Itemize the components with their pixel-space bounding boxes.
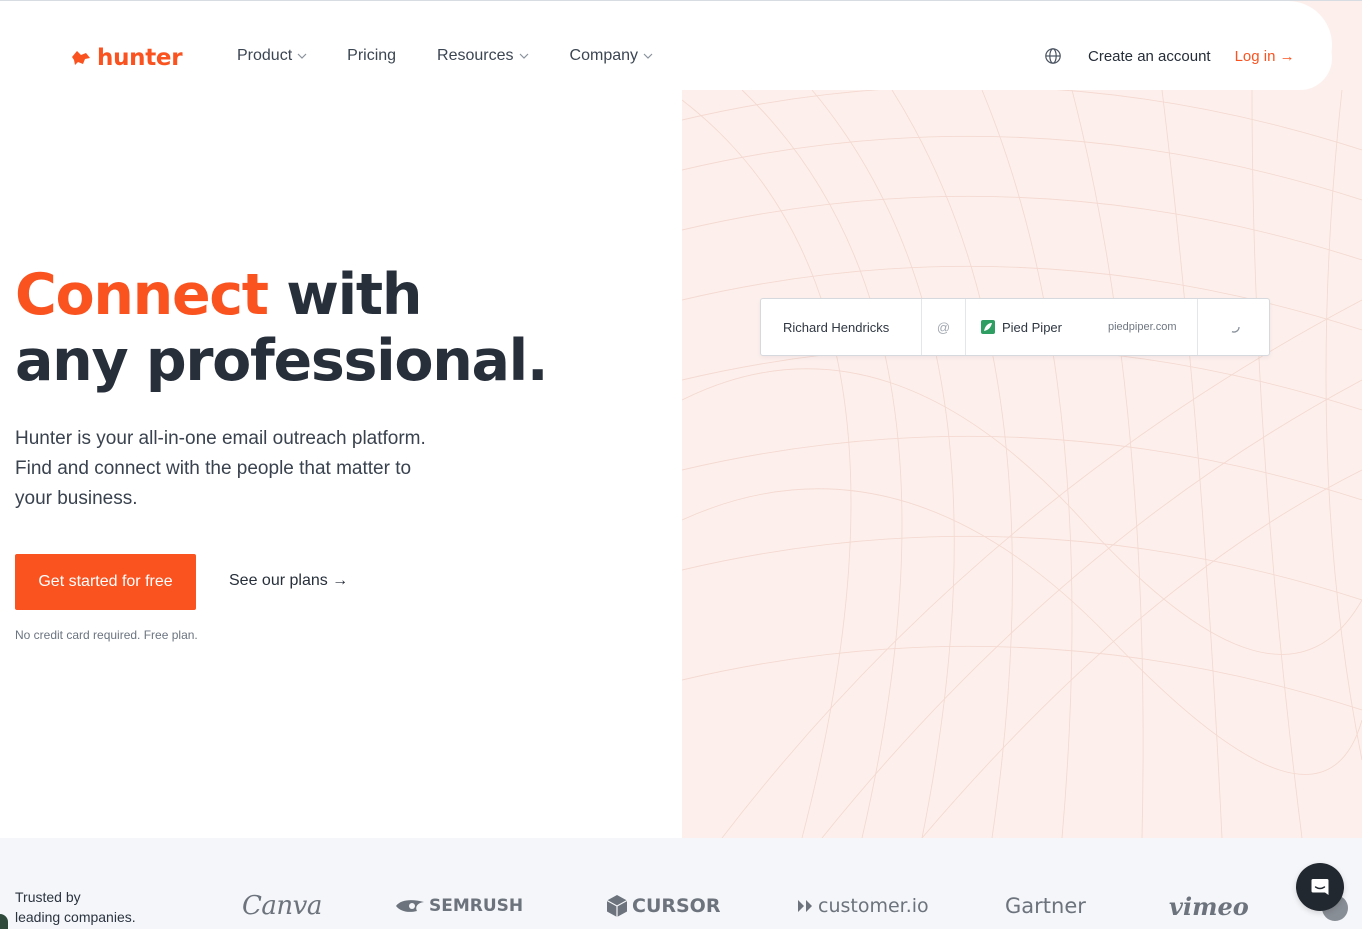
get-started-label: Get started for free — [38, 573, 173, 590]
nav-company[interactable]: Company — [570, 47, 653, 65]
get-started-button[interactable]: Get started for free — [15, 554, 196, 610]
login-link[interactable]: Log in → — [1235, 48, 1295, 65]
demo-status — [1198, 299, 1269, 355]
navbar — [0, 1, 1332, 90]
hunter-logo[interactable]: hunter — [70, 44, 183, 72]
logo-text: hunter — [97, 45, 183, 71]
create-account-link[interactable]: Create an account — [1088, 48, 1211, 65]
demo-company-field: Pied Piper piedpiper.com — [966, 299, 1198, 355]
email-finder-demo: Richard Hendricks @ Pied Piper piedpiper… — [760, 298, 1270, 356]
semrush-flame-icon — [396, 900, 424, 912]
nav-product-label: Product — [237, 47, 293, 64]
no-credit-card-note: No credit card required. Free plan. — [15, 628, 198, 642]
headline-line1-rest: with — [267, 262, 422, 328]
cursor-logo: CURSOR — [606, 890, 720, 922]
customerio-logo-text: customer.io — [818, 895, 929, 917]
demo-at-divider: @ — [922, 299, 966, 355]
main-nav: Product Pricing Resources Company — [237, 47, 653, 65]
chat-button[interactable] — [1296, 863, 1344, 911]
headline-accent: Connect — [15, 262, 269, 328]
hero-description: Hunter is your all-in-one email outreach… — [15, 424, 495, 514]
demo-domain-text: piedpiper.com — [1108, 321, 1177, 333]
gartner-logo-text: Gartner — [1005, 894, 1086, 918]
customerio-mark-icon — [798, 900, 812, 912]
globe-icon[interactable] — [1044, 47, 1062, 65]
cursor-cube-icon — [606, 895, 628, 917]
nav-resources-label: Resources — [437, 47, 514, 64]
hero-headline: Connect with any professional. — [15, 262, 549, 394]
chevron-down-icon — [519, 53, 528, 59]
chevron-down-icon — [643, 53, 653, 59]
gartner-logo: Gartner — [1005, 890, 1086, 922]
description-line3: your business. — [15, 488, 138, 509]
vimeo-logo: vimeo — [1169, 890, 1249, 922]
see-plans-link[interactable]: See our plans → — [229, 572, 348, 590]
chevron-down-icon — [297, 53, 307, 59]
top-border — [0, 0, 1362, 1]
hero-illustration-panel — [682, 0, 1362, 838]
canva-logo: Canva — [242, 890, 322, 922]
pied-piper-logo-icon — [981, 320, 995, 334]
trusted-line1: Trusted by — [15, 889, 81, 905]
demo-name-text: Richard Hendricks — [783, 319, 890, 335]
chat-icon — [1311, 879, 1329, 895]
customerio-logo: customer.io — [796, 890, 929, 922]
demo-name-field: Richard Hendricks — [761, 299, 922, 355]
cursor-logo-text: CURSOR — [632, 895, 721, 917]
description-line2: Find and connect with the people that ma… — [15, 458, 412, 479]
at-symbol: @ — [936, 319, 951, 335]
vimeo-logo-text: vimeo — [1169, 891, 1249, 921]
nav-product[interactable]: Product — [237, 47, 307, 65]
wireframe-sphere-pattern — [682, 85, 1362, 838]
demo-company-text: Pied Piper — [1002, 319, 1062, 335]
canva-logo-text: Canva — [242, 891, 322, 921]
fox-logo-icon — [72, 51, 90, 65]
nav-pricing[interactable]: Pricing — [347, 47, 396, 65]
nav-resources[interactable]: Resources — [437, 47, 528, 65]
headline-line2: any professional. — [15, 328, 549, 394]
semrush-logo: SEMRUSH — [395, 890, 523, 922]
description-line1: Hunter is your all-in-one email outreach… — [15, 428, 426, 449]
loading-spinner-icon — [1231, 326, 1240, 333]
semrush-logo-text: SEMRUSH — [429, 896, 524, 916]
trusted-by-label: Trusted by leading companies. — [15, 887, 155, 927]
nav-company-label: Company — [569, 47, 639, 64]
nav-actions: Create an account Log in → — [1044, 47, 1295, 65]
nav-pricing-label: Pricing — [347, 47, 397, 64]
trusted-line2: leading companies. — [15, 909, 136, 925]
